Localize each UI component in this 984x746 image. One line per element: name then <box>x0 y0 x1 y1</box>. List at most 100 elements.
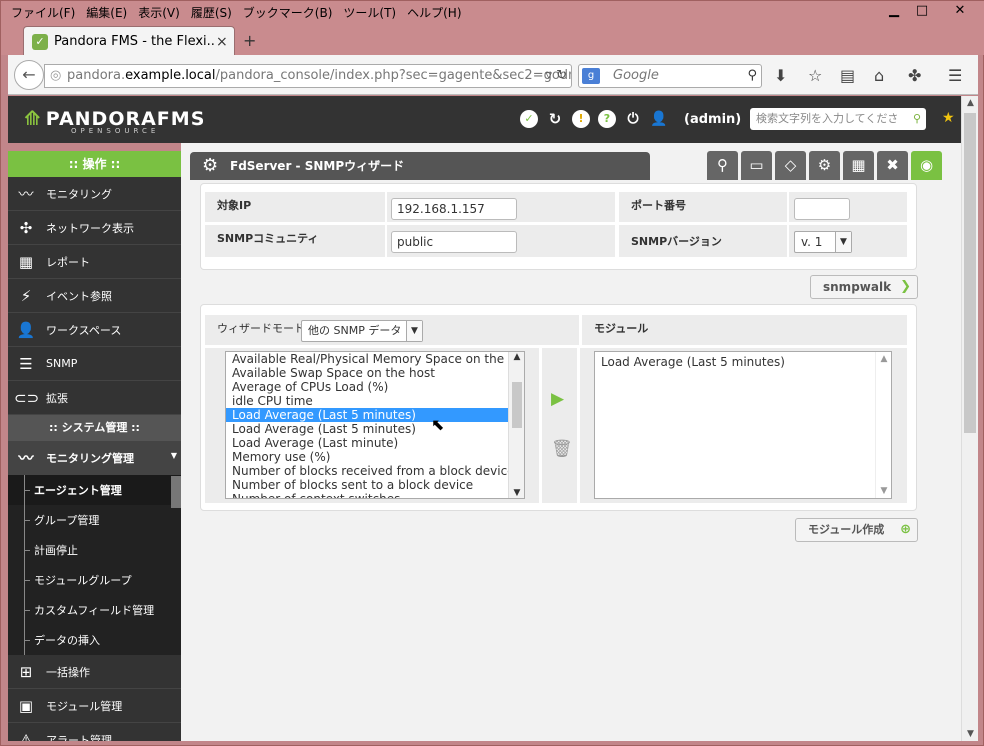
scroll-up-icon[interactable]: ▲ <box>509 352 524 362</box>
search-engine-icon[interactable]: g <box>582 68 600 84</box>
scroll-up-icon[interactable]: ▲ <box>962 98 979 108</box>
sidebar-item-network[interactable]: ✣ ネットワーク表示 <box>8 211 181 245</box>
url-bar[interactable]: ◎ pandora.example.local/pandora_console/… <box>44 64 572 88</box>
refresh-icon[interactable]: ↻ <box>546 110 564 128</box>
tools-icon[interactable]: ✖ <box>877 151 908 180</box>
module-list-scrollbar[interactable]: ▲ ▼ <box>875 352 891 498</box>
scroll-down-icon[interactable]: ▼ <box>962 729 979 739</box>
port-input[interactable] <box>794 198 850 220</box>
logout-icon[interactable]: ⏻ <box>624 110 642 128</box>
tab-close-icon[interactable]: × <box>216 34 234 50</box>
minimize-icon[interactable]: ▁ <box>879 3 909 18</box>
submenu-item[interactable]: エージェント管理 <box>8 475 181 505</box>
addon-icon[interactable]: ✤ <box>908 66 921 85</box>
maximize-icon[interactable]: □ <box>907 3 937 18</box>
list-option[interactable]: Memory use (%) <box>226 450 508 464</box>
header-search-input[interactable]: 検索文字列を入力してくださ ⚲ <box>750 108 926 130</box>
snmp-data-list[interactable]: Available Real/Physical Memory Space on … <box>225 351 525 499</box>
search-icon[interactable]: ⚲ <box>747 65 757 87</box>
help-icon[interactable]: ? <box>598 110 616 128</box>
scroll-down-icon[interactable]: ▼ <box>876 486 892 496</box>
list-option[interactable]: Average of CPUs Load (%) <box>226 380 508 394</box>
close-window-icon[interactable]: ✕ <box>945 3 975 18</box>
create-module-button[interactable]: モジュール作成 ⊕ <box>795 518 918 542</box>
header-search-icon[interactable]: ⚲ <box>913 108 921 130</box>
tab-strip: ✓ Pandora FMS - the Flexi... × + <box>1 23 984 56</box>
menu-bookmarks[interactable]: ブックマーク(B) <box>237 4 338 21</box>
chevron-down-icon: ▼ <box>406 321 422 341</box>
list-option[interactable]: idle CPU time <box>226 394 508 408</box>
submenu-item[interactable]: グループ管理 <box>8 505 181 535</box>
list-option[interactable]: Number of blocks received from a block d… <box>226 464 508 478</box>
target-ip-input[interactable]: 192.168.1.157 <box>391 198 517 220</box>
menu-view[interactable]: 表示(V) <box>132 4 185 21</box>
warning-icon[interactable]: ! <box>572 110 590 128</box>
admin-user[interactable]: (admin) <box>684 112 741 127</box>
sidebar-item-monitoring[interactable]: 〰モニタリング <box>8 177 181 211</box>
wizard-mode-select[interactable]: 他の SNMP データ ▼ <box>301 320 423 342</box>
alerts-icon[interactable]: ⚙ <box>809 151 840 180</box>
menu-help[interactable]: ヘルプ(H) <box>401 4 466 21</box>
scroll-thumb[interactable] <box>512 382 522 428</box>
sidebar-item-module-admin[interactable]: ▣ モジュール管理 <box>8 689 181 723</box>
scroll-up-icon[interactable]: ▲ <box>876 354 892 364</box>
snmp-version-select[interactable]: v. 1 ▼ <box>794 231 852 253</box>
page-title-tab: ⚙ FdServer - SNMPウィザード <box>190 152 650 180</box>
snmpwalk-button[interactable]: snmpwalk ❯ <box>810 275 918 299</box>
submenu-item[interactable]: カスタムフィールド管理 <box>8 595 181 625</box>
list-scrollbar[interactable]: ▲ ▼ <box>508 352 524 498</box>
reading-list-icon[interactable]: ▤ <box>840 66 855 85</box>
page-scrollbar[interactable]: ▲ ▼ <box>961 96 978 741</box>
module-admin-icon: ▣ <box>18 696 34 715</box>
sidebar-item-bulk[interactable]: ⊞ 一括操作 <box>8 655 181 689</box>
add-arrow-icon[interactable]: ▶ <box>551 389 564 409</box>
bookmark-star-icon[interactable]: ☆ <box>808 66 822 85</box>
page-scroll-thumb[interactable] <box>964 113 976 433</box>
status-ok-icon[interactable]: ✓ <box>520 110 538 128</box>
back-button[interactable]: ← <box>14 60 44 90</box>
sidebar-item-extension[interactable]: ⊂⊃ 拡張 <box>8 381 181 415</box>
list-option[interactable]: Load Average (Last 5 minutes) <box>226 408 508 422</box>
list-option[interactable]: Number of context switches <box>226 492 508 498</box>
community-label: SNMPコミュニティ <box>205 225 385 257</box>
sidebar-item-event[interactable]: ⚡ イベント参照 <box>8 279 181 313</box>
sidebar-item-alert[interactable]: ⚠ アラート管理 <box>8 723 181 742</box>
list-option[interactable]: Load Average (Last minute) <box>226 436 508 450</box>
menu-tools[interactable]: ツール(T) <box>337 4 401 21</box>
new-tab-button[interactable]: + <box>243 31 256 50</box>
trash-icon[interactable]: 🗑 <box>551 439 573 459</box>
browser-tab[interactable]: ✓ Pandora FMS - the Flexi... × <box>23 26 235 56</box>
home-icon[interactable]: ⌂ <box>874 66 884 85</box>
agents-icon[interactable]: ▭ <box>741 151 772 180</box>
menu-hamburger-icon[interactable]: ☰ <box>948 66 962 85</box>
wizard-icon[interactable]: ⚲ <box>707 151 738 180</box>
submenu-item[interactable]: 計画停止 <box>8 535 181 565</box>
list-option[interactable]: Number of blocks sent to a block device <box>226 478 508 492</box>
menu-file[interactable]: ファイル(F) <box>5 4 80 21</box>
modules-icon[interactable]: ◇ <box>775 151 806 180</box>
menu-edit[interactable]: 編集(E) <box>80 4 132 21</box>
search-field[interactable]: g Google ⚲ <box>578 64 762 88</box>
list-option[interactable]: Load Average (Last 5 minutes) <box>226 422 508 436</box>
view-icon[interactable]: ◉ <box>911 151 942 180</box>
submenu-item[interactable]: モジュールグループ <box>8 565 181 595</box>
sidebar-item-monitoring-admin[interactable]: 〰 モニタリング管理 ▼ <box>8 441 181 475</box>
pandora-logo[interactable]: ⟰ PANDORAFMS OPENSOURCE <box>24 106 205 135</box>
community-input[interactable]: public <box>391 231 517 253</box>
reload-icon[interactable]: ▿ ↻ <box>545 65 567 87</box>
module-item[interactable]: Load Average (Last 5 minutes) <box>601 355 885 369</box>
list-option[interactable]: Available Real/Physical Memory Space on … <box>226 352 508 366</box>
list-option[interactable]: Available Swap Space on the host <box>226 366 508 380</box>
url-path: /pandora_console/index.php?sec=gagente&s… <box>215 68 572 83</box>
submenu-item[interactable]: データの挿入 <box>8 625 181 655</box>
graphs-icon[interactable]: ▦ <box>843 151 874 180</box>
menu-history[interactable]: 履歴(S) <box>185 4 237 21</box>
sidebar-scrollbar[interactable] <box>171 476 181 508</box>
sidebar-item-snmp[interactable]: ☰ SNMP <box>8 347 181 381</box>
scroll-down-icon[interactable]: ▼ <box>509 488 524 498</box>
module-list[interactable]: Load Average (Last 5 minutes) ▲ ▼ <box>594 351 892 499</box>
sidebar-item-workspace[interactable]: 👤 ワークスペース <box>8 313 181 347</box>
sidebar-item-report[interactable]: ▦ レポート <box>8 245 181 279</box>
favorite-star-icon[interactable]: ★ <box>942 110 955 126</box>
download-icon[interactable]: ⬇ <box>774 66 787 85</box>
